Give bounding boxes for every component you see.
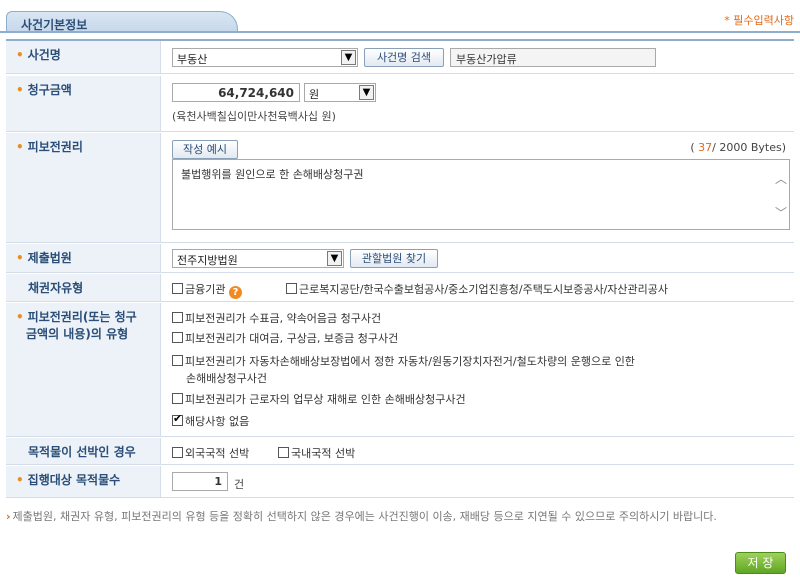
chevron-down-icon: ▼ [359,85,374,100]
target-count-unit: 건 [234,478,245,491]
row-case-name: • 사건명 부동산 ▼ 사건명 검색 부동산가압류 [6,39,794,74]
checkbox-checked[interactable] [172,412,183,426]
case-name-search-button[interactable]: 사건명 검색 [364,48,444,67]
tab-case-basic-info[interactable]: 사건기본정보 [6,11,238,33]
find-court-button[interactable]: 관할법원 찾기 [350,249,438,268]
target-count-input[interactable]: 1 [172,472,228,491]
creditor-type-label: 채권자유형 [6,274,161,301]
tab-underline [0,31,800,33]
example-button[interactable]: 작성 예시 [172,140,238,159]
checkbox[interactable] [172,312,183,323]
currency-select[interactable]: 원 ▼ [304,83,376,102]
row-preserved-right: • 피보전권리 작성 예시 ( 37/ 2000 Bytes) 불법행위를 원인으… [6,133,794,243]
row-right-type: • 피보전권리(또는 청구 금액의 내용)의 유형 피보전권리가 수표금, 약속어… [6,303,794,437]
right-option-check[interactable]: 피보전권리가 수표금, 약속어음금 청구사건 [172,310,381,326]
chevron-down-icon: ▼ [327,251,342,266]
byte-count: 37 [698,141,713,154]
right-option-loan[interactable]: 피보전권리가 대여금, 구상금, 보증금 청구사건 [172,330,398,346]
preserved-right-textarea[interactable]: 불법행위를 원인으로 한 손해배상청구권 ︿ ﹀ [172,159,790,230]
checkbox[interactable] [172,447,183,458]
right-option-worker[interactable]: 피보전권리가 근로자의 업무상 재해로 인한 손해배상청구사건 [172,391,466,407]
chevron-down-icon: ▼ [341,50,356,65]
right-type-label: • 피보전권리(또는 청구 금액의 내용)의 유형 [6,303,161,436]
creditor-option-public[interactable]: 근로복지공단/한국수출보험공사/중소기업진흥청/주택도시보증공사/자산관리공사 [286,281,668,297]
vessel-option-foreign[interactable]: 외국국적 선박 [172,445,249,461]
save-button[interactable]: 저 장 [735,552,786,574]
scroll-up-icon[interactable]: ︿ [775,170,787,187]
row-court: • 제출법원 전주지방법원 ▼ 관할법원 찾기 [6,244,794,273]
court-select[interactable]: 전주지방법원 ▼ [172,249,344,268]
row-target-count: • 집행대상 목적물수 1 건 [6,466,794,498]
tab-bar: 사건기본정보 * 필수입력사항 [0,0,800,33]
claim-amount-input[interactable]: 64,724,640 [172,83,300,102]
notice-arrow-icon: › [6,510,11,523]
row-claim-amount: • 청구금액 64,724,640 원 ▼ (육천사백칠십이만사천육백사십 원) [6,76,794,132]
notice: › 제출법원, 채권자 유형, 피보전권리의 유형 등을 정확히 선택하지 않은 … [6,509,790,525]
help-icon[interactable]: ? [228,286,242,299]
checkbox[interactable] [172,283,183,294]
checkbox[interactable] [172,332,183,343]
case-name-select[interactable]: 부동산 ▼ [172,48,358,67]
byte-counter: ( 37/ 2000 Bytes) [690,141,786,154]
row-creditor-type: 채권자유형 금융기관 ? 근로복지공단/한국수출보험공사/중소기업진흥청/주택도… [6,274,794,302]
case-name-result-field[interactable]: 부동산가압류 [450,48,656,67]
court-label: • 제출법원 [6,244,161,272]
row-vessel: 목적물이 선박인 경우 외국국적 선박 국내국적 선박 [6,438,794,465]
checkbox[interactable] [286,283,297,294]
claim-amount-label: • 청구금액 [6,76,161,131]
claim-amount-korean: (육천사백칠십이만사천육백사십 원) [172,110,336,123]
scroll-down-icon[interactable]: ﹀ [775,204,787,221]
checkbox[interactable] [172,355,183,366]
vessel-label: 목적물이 선박인 경우 [6,438,161,464]
target-count-label: • 집행대상 목적물수 [6,466,161,497]
right-option-vehicle[interactable]: 피보전권리가 자동차손해배상보장법에서 정한 자동차/원동기장치자전거/철도차량… [172,353,635,369]
right-option-none[interactable]: 해당사항 없음 [172,412,249,429]
case-name-label: • 사건명 [6,41,161,73]
right-option-vehicle-cont: 손해배상청구사건 [186,372,267,385]
required-note: * 필수입력사항 [724,14,794,27]
creditor-option-financial[interactable]: 금융기관 ? [172,281,242,299]
checkbox[interactable] [278,447,289,458]
checkbox[interactable] [172,393,183,404]
preserved-right-label: • 피보전권리 [6,133,161,242]
vessel-option-domestic[interactable]: 국내국적 선박 [278,445,355,461]
notice-text: 제출법원, 채권자 유형, 피보전권리의 유형 등을 정확히 선택하지 않은 경… [12,510,717,523]
